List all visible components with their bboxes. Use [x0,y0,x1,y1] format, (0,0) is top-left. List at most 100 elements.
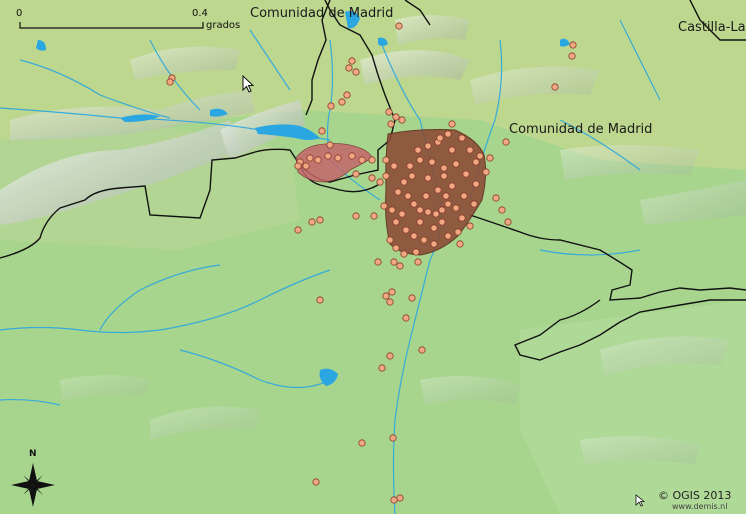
occurrence-point[interactable] [438,218,446,226]
occurrence-point[interactable] [486,154,494,162]
occurrence-point[interactable] [440,164,448,172]
occurrence-point[interactable] [414,258,422,266]
occurrence-point[interactable] [327,102,335,110]
occurrence-point[interactable] [408,294,416,302]
occurrence-point[interactable] [400,250,408,258]
occurrence-point[interactable] [430,240,438,248]
occurrence-point[interactable] [314,156,322,164]
occurrence-point[interactable] [386,352,394,360]
occurrence-point[interactable] [352,212,360,220]
occurrence-point[interactable] [395,22,403,30]
occurrence-point[interactable] [428,158,436,166]
occurrence-point[interactable] [386,298,394,306]
occurrence-point[interactable] [476,152,484,160]
occurrence-point[interactable] [502,138,510,146]
occurrence-point[interactable] [434,186,442,194]
occurrence-point[interactable] [392,218,400,226]
occurrence-point[interactable] [326,141,334,149]
occurrence-point[interactable] [368,174,376,182]
occurrence-point[interactable] [424,142,432,150]
occurrence-point[interactable] [294,226,302,234]
occurrence-point[interactable] [394,188,402,196]
occurrence-point[interactable] [470,200,478,208]
occurrence-point[interactable] [414,146,422,154]
occurrence-point[interactable] [345,64,353,72]
occurrence-point[interactable] [551,83,559,91]
map-svg[interactable] [0,0,746,514]
occurrence-point[interactable] [568,52,576,60]
occurrence-point[interactable] [442,192,450,200]
occurrence-point[interactable] [432,210,440,218]
occurrence-point[interactable] [338,98,346,106]
occurrence-point[interactable] [386,236,394,244]
occurrence-point[interactable] [472,158,480,166]
occurrence-point[interactable] [448,120,456,128]
occurrence-point[interactable] [422,192,430,200]
occurrence-point[interactable] [444,130,452,138]
occurrence-point[interactable] [504,218,512,226]
occurrence-point[interactable] [396,262,404,270]
occurrence-point[interactable] [416,156,424,164]
occurrence-point[interactable] [416,206,424,214]
occurrence-point[interactable] [390,162,398,170]
occurrence-point[interactable] [390,496,398,504]
occurrence-point[interactable] [398,116,406,124]
occurrence-point[interactable] [388,206,396,214]
occurrence-point[interactable] [420,236,428,244]
occurrence-point[interactable] [302,162,310,170]
occurrence-point[interactable] [396,494,404,502]
occurrence-point[interactable] [452,160,460,168]
occurrence-point[interactable] [324,152,332,160]
occurrence-point[interactable] [358,156,366,164]
occurrence-point[interactable] [492,194,500,202]
occurrence-point[interactable] [444,232,452,240]
occurrence-point[interactable] [316,296,324,304]
occurrence-point[interactable] [458,134,466,142]
occurrence-point[interactable] [408,172,416,180]
occurrence-point[interactable] [448,146,456,154]
occurrence-point[interactable] [306,154,314,162]
occurrence-point[interactable] [424,208,432,216]
occurrence-point[interactable] [385,108,393,116]
occurrence-point[interactable] [392,244,400,252]
occurrence-point[interactable] [454,228,462,236]
occurrence-point[interactable] [316,216,324,224]
occurrence-point[interactable] [382,292,390,300]
occurrence-point[interactable] [374,258,382,266]
occurrence-point[interactable] [389,434,397,442]
occurrence-point[interactable] [438,206,446,214]
occurrence-point[interactable] [312,478,320,486]
occurrence-point[interactable] [440,172,448,180]
occurrence-point[interactable] [294,162,302,170]
occurrence-point[interactable] [462,170,470,178]
occurrence-point[interactable] [348,57,356,65]
occurrence-point[interactable] [418,346,426,354]
occurrence-point[interactable] [388,288,396,296]
occurrence-point[interactable] [318,127,326,135]
occurrence-point[interactable] [378,364,386,372]
occurrence-point[interactable] [352,170,360,178]
occurrence-point[interactable] [402,226,410,234]
occurrence-point[interactable] [352,68,360,76]
occurrence-point[interactable] [382,172,390,180]
occurrence-point[interactable] [410,232,418,240]
occurrence-point[interactable] [343,91,351,99]
occurrence-point[interactable] [424,174,432,182]
occurrence-point[interactable] [348,152,356,160]
occurrence-point[interactable] [482,168,490,176]
occurrence-point[interactable] [370,212,378,220]
occurrence-point[interactable] [466,222,474,230]
occurrence-point[interactable] [376,178,384,186]
occurrence-point[interactable] [436,134,444,142]
occurrence-point[interactable] [390,258,398,266]
occurrence-point[interactable] [398,210,406,218]
occurrence-point[interactable] [410,200,418,208]
occurrence-point[interactable] [458,214,466,222]
occurrence-point[interactable] [404,192,412,200]
occurrence-point[interactable] [334,154,342,162]
occurrence-point[interactable] [472,180,480,188]
occurrence-point[interactable] [466,146,474,154]
occurrence-point[interactable] [569,41,577,49]
map-canvas[interactable]: Comunidad de Madrid Comunidad de Madrid … [0,0,746,514]
occurrence-point[interactable] [412,248,420,256]
